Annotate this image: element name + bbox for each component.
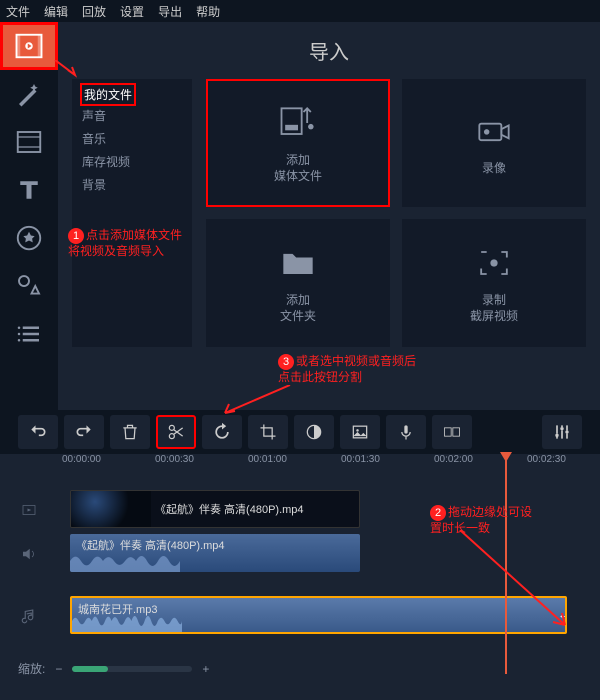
cut-button[interactable] [156, 415, 196, 449]
scissors-icon [166, 422, 186, 442]
sidebar-stickers[interactable] [0, 214, 58, 262]
sidebar [0, 22, 58, 410]
zoom-out[interactable]: − [55, 662, 62, 676]
zoom-slider[interactable] [72, 666, 192, 672]
tile-label: 录像 [482, 161, 506, 177]
waveform [72, 610, 182, 632]
timeline-toolbar [0, 410, 600, 454]
music-icon [20, 607, 38, 625]
rotate-icon [212, 422, 232, 442]
clip-thumbnail [71, 491, 151, 527]
media-icon [276, 101, 320, 145]
tile-add-folder[interactable]: 添加 文件夹 [206, 219, 390, 347]
contrast-icon [304, 422, 324, 442]
panel-title: 导入 [72, 36, 586, 65]
image-icon [350, 422, 370, 442]
annotation-3: 3或者选中视频或音频后 点击此按钮分割 [278, 354, 416, 386]
color-button[interactable] [294, 415, 334, 449]
category-list: 我的文件 声音 音乐 库存视频 背景 [72, 79, 192, 347]
star-icon [14, 223, 44, 253]
menubar: 文件 编辑 回放 设置 导出 帮助 [0, 0, 600, 22]
undo-button[interactable] [18, 415, 58, 449]
tile-record-screen[interactable]: 录制 截屏视频 [402, 219, 586, 347]
zoom-bar: 缩放: − + [0, 654, 600, 683]
folder-icon [276, 241, 320, 285]
camera-icon [472, 109, 516, 153]
redo-icon [74, 422, 94, 442]
tile-label: 录制 截屏视频 [470, 293, 518, 324]
cat-music[interactable]: 音乐 [72, 127, 192, 150]
annotation-2: 2拖动边缘处可设 置时长一致 [430, 505, 532, 537]
audio-clip-1[interactable]: 《起航》伴奏 高清(480P).mp4 [70, 534, 360, 572]
wand-icon [14, 79, 44, 109]
film-icon [14, 127, 44, 157]
tile-label: 添加 文件夹 [280, 293, 316, 324]
clip-label: 《起航》伴奏 高清(480P).mp4 [155, 501, 304, 517]
settings-button[interactable] [542, 415, 582, 449]
waveform [70, 550, 180, 572]
menu-export[interactable]: 导出 [158, 3, 182, 20]
cat-stock[interactable]: 库存视频 [72, 150, 192, 173]
sidebar-transitions[interactable] [0, 118, 58, 166]
tile-record-video[interactable]: 录像 [402, 79, 586, 207]
crop-icon [258, 422, 278, 442]
tile-label: 添加 媒体文件 [274, 153, 322, 184]
video-icon [20, 501, 38, 519]
list-icon [14, 319, 44, 349]
sidebar-titles[interactable] [0, 166, 58, 214]
trash-icon [120, 422, 140, 442]
screen-icon [472, 241, 516, 285]
sidebar-shapes[interactable] [0, 262, 58, 310]
tile-add-media[interactable]: 添加 媒体文件 [206, 79, 390, 207]
redo-button[interactable] [64, 415, 104, 449]
film-icon [14, 31, 44, 61]
menu-settings[interactable]: 设置 [120, 3, 144, 20]
menu-playback[interactable]: 回放 [82, 3, 106, 20]
menu-file[interactable]: 文件 [6, 3, 30, 20]
import-panel: 导入 我的文件 声音 音乐 库存视频 背景 添加 媒体文件 录像 [58, 22, 600, 410]
menu-edit[interactable]: 编辑 [44, 3, 68, 20]
cat-sound[interactable]: 声音 [72, 104, 192, 127]
shapes-icon [14, 271, 44, 301]
video-clip[interactable]: 《起航》伴奏 高清(480P).mp4 [70, 490, 360, 528]
delete-button[interactable] [110, 415, 150, 449]
cat-bg[interactable]: 背景 [72, 173, 192, 196]
sidebar-more[interactable] [0, 310, 58, 358]
mic-button[interactable] [386, 415, 426, 449]
rotate-button[interactable] [202, 415, 242, 449]
text-icon [14, 175, 44, 205]
transition-button[interactable] [432, 415, 472, 449]
time-ruler[interactable]: 00:00:00 00:00:30 00:01:00 00:01:30 00:0… [0, 454, 600, 478]
undo-icon [28, 422, 48, 442]
zoom-label: 缩放: [18, 660, 45, 677]
mic-icon [396, 422, 416, 442]
music-track-head[interactable] [0, 596, 58, 636]
zoom-in[interactable]: + [202, 662, 209, 676]
menu-help[interactable]: 帮助 [196, 3, 220, 20]
image-button[interactable] [340, 415, 380, 449]
audio-track-head[interactable] [0, 534, 58, 574]
transition-icon [442, 422, 462, 442]
video-track-head[interactable] [0, 490, 58, 530]
speaker-icon [20, 545, 38, 563]
cat-myfiles[interactable]: 我的文件 [80, 83, 136, 106]
sliders-icon [552, 422, 572, 442]
crop-button[interactable] [248, 415, 288, 449]
annotation-1: 1点击添加媒体文件 将视频及音频导入 [68, 228, 182, 260]
